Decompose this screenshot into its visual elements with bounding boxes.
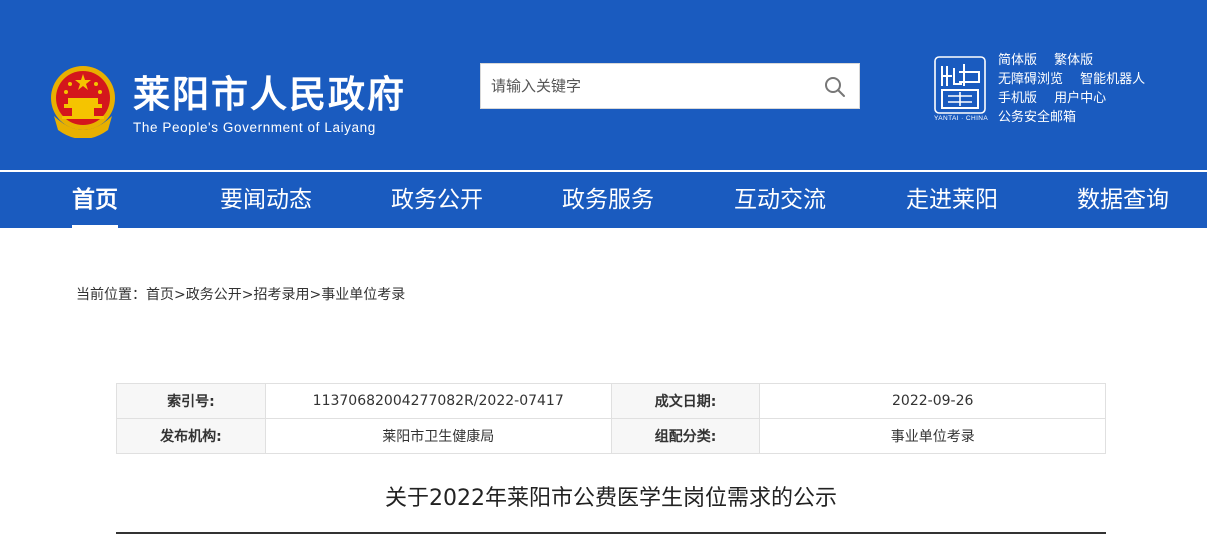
util-row: 简体版 繁体版 xyxy=(998,49,1198,68)
table-row: 索引号: 11370682004277082R/2022-07417 成文日期:… xyxy=(116,383,1106,419)
mobile-link[interactable]: 手机版 xyxy=(998,91,1037,106)
nav-item-news[interactable]: 要闻动态 xyxy=(220,172,312,228)
nav-item-home[interactable]: 首页 xyxy=(72,172,118,228)
nav-item-interaction[interactable]: 互动交流 xyxy=(734,172,826,228)
national-emblem-icon xyxy=(51,66,115,138)
table-row: 发布机构: 莱阳市卫生健康局 组配分类: 事业单位考录 xyxy=(116,418,1106,454)
breadcrumb: 当前位置：首页>政务公开>招考录用>事业单位考录 xyxy=(76,284,405,304)
date-label: 成文日期: xyxy=(610,383,761,419)
index-value: 11370682004277082R/2022-07417 xyxy=(264,383,612,419)
breadcrumb-institution-exam[interactable]: 事业单位考录 xyxy=(321,287,405,303)
breadcrumb-separator: > xyxy=(174,287,186,303)
breadcrumb-home[interactable]: 首页 xyxy=(146,287,174,303)
breadcrumb-recruitment[interactable]: 招考录用 xyxy=(253,287,309,303)
user-center-link[interactable]: 用户中心 xyxy=(1054,91,1106,106)
util-row: 手机版 用户中心 xyxy=(998,87,1198,106)
accessibility-link[interactable]: 无障碍浏览 xyxy=(998,72,1063,87)
publisher-label: 发布机构: xyxy=(116,418,266,454)
site-header: 莱阳市人民政府 The People's Government of Laiya… xyxy=(0,0,1207,170)
category-label: 组配分类: xyxy=(610,418,761,454)
simplified-link[interactable]: 简体版 xyxy=(998,53,1037,68)
search-input[interactable] xyxy=(481,64,811,108)
china-logo-caption: YANTAI · CHINA xyxy=(934,115,989,122)
site-title[interactable]: 莱阳市人民政府 xyxy=(133,73,406,117)
search-icon[interactable] xyxy=(823,75,847,99)
nav-item-gov-affairs[interactable]: 政务公开 xyxy=(391,172,483,228)
breadcrumb-separator: > xyxy=(309,287,322,303)
utility-links: 简体版 繁体版 无障碍浏览 智能机器人 手机版 用户中心 公务安全邮箱 xyxy=(998,49,1198,125)
title-divider xyxy=(116,532,1106,534)
util-row: 无障碍浏览 智能机器人 xyxy=(998,68,1198,87)
search-box xyxy=(480,63,860,109)
article-title: 关于2022年莱阳市公费医学生岗位需求的公示 xyxy=(385,486,837,511)
traditional-link[interactable]: 繁体版 xyxy=(1054,53,1093,68)
index-label: 索引号: xyxy=(116,383,266,419)
breadcrumb-separator: > xyxy=(241,287,254,303)
document-meta-table: 索引号: 11370682004277082R/2022-07417 成文日期:… xyxy=(116,383,1106,454)
secure-mail-link[interactable]: 公务安全邮箱 xyxy=(998,110,1076,125)
nav-active-underline xyxy=(72,225,118,228)
breadcrumb-prefix: 当前位置： xyxy=(76,287,146,303)
date-value: 2022-09-26 xyxy=(759,383,1106,419)
publisher-value: 莱阳市卫生健康局 xyxy=(264,418,612,454)
util-row: 公务安全邮箱 xyxy=(998,106,1198,125)
chatbot-link[interactable]: 智能机器人 xyxy=(1080,72,1145,87)
nav-item-about[interactable]: 走进莱阳 xyxy=(906,172,998,228)
site-subtitle: The People's Government of Laiyang xyxy=(133,120,376,135)
category-value: 事业单位考录 xyxy=(759,418,1106,454)
china-seal-logo-icon[interactable] xyxy=(934,56,986,114)
nav-item-data[interactable]: 数据查询 xyxy=(1077,172,1169,228)
nav-item-label: 首页 xyxy=(72,187,118,213)
nav-item-services[interactable]: 政务服务 xyxy=(562,172,654,228)
main-nav: 首页 要闻动态 政务公开 政务服务 互动交流 走进莱阳 数据查询 xyxy=(0,172,1207,228)
breadcrumb-gov-affairs[interactable]: 政务公开 xyxy=(186,287,242,303)
